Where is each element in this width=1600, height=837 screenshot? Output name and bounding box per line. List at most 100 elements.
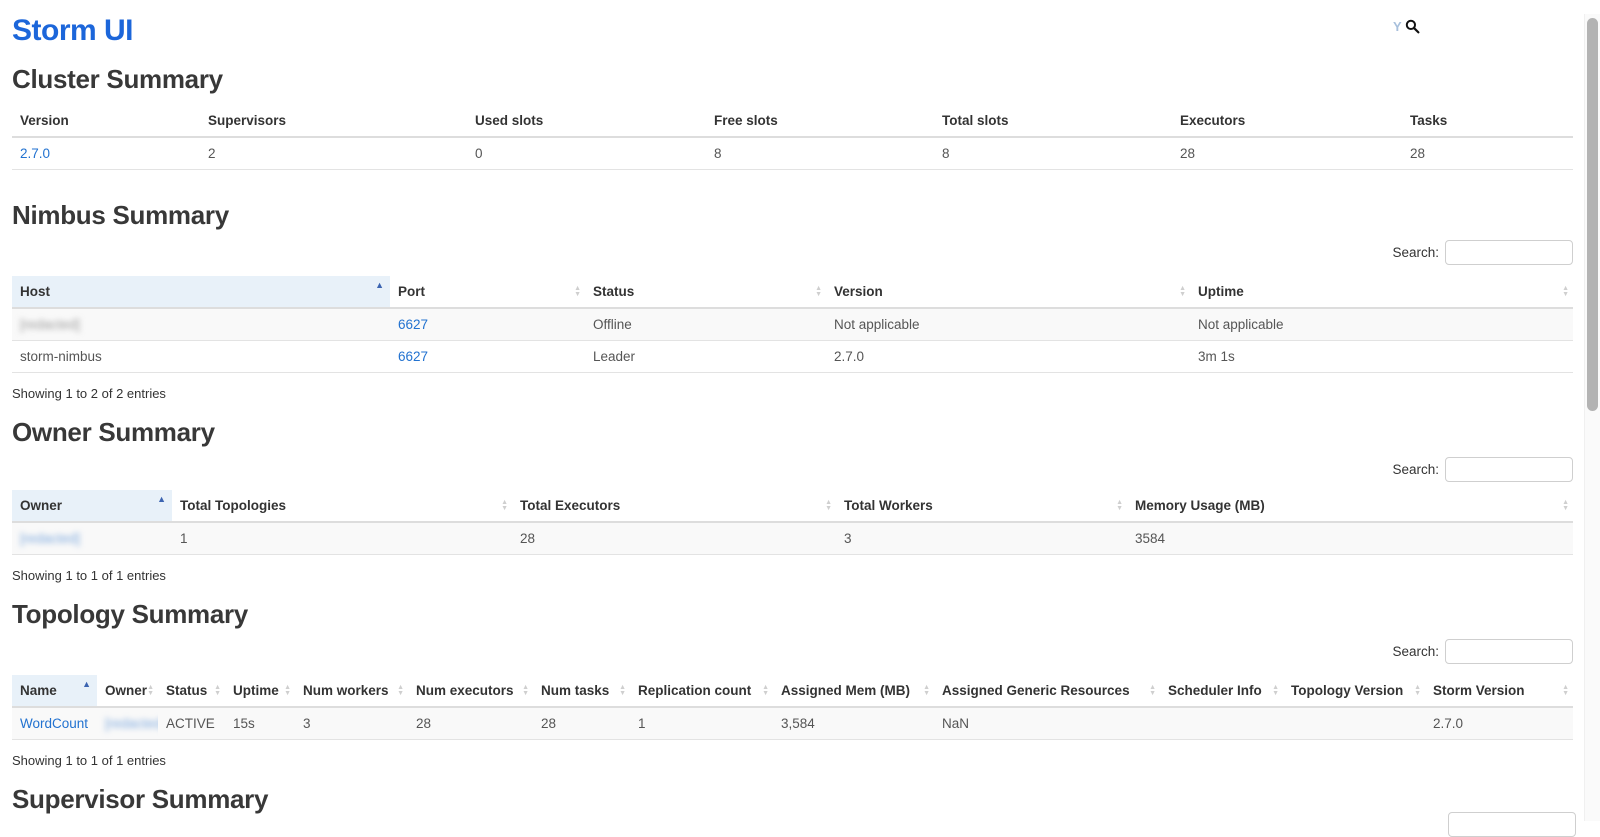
sort-icon: ▲▼	[397, 685, 404, 697]
nimbus-col-uptime[interactable]: Uptime ▲▼	[1190, 276, 1573, 308]
nimbus-summary-table: Host ▲ Port ▲▼ Status ▲▼ Version ▲▼	[12, 276, 1573, 373]
sort-asc-icon: ▲	[157, 495, 166, 504]
topology-col-scheduler-info[interactable]: Scheduler Info ▲▼	[1160, 675, 1283, 707]
column-label: Storm Version	[1433, 683, 1525, 698]
topology-col-status[interactable]: Status ▲▼	[158, 675, 225, 707]
sort-icon: ▲▼	[574, 286, 581, 298]
sort-icon: ▲▼	[762, 685, 769, 697]
topology-status-value: ACTIVE	[158, 707, 225, 740]
supervisor-search-input[interactable]	[1448, 812, 1576, 837]
topology-entries-footer: Showing 1 to 1 of 1 entries	[12, 753, 1573, 768]
column-label: Num tasks	[541, 683, 609, 698]
topology-col-replication-count[interactable]: Replication count ▲▼	[630, 675, 773, 707]
owner-col-total-workers[interactable]: Total Workers ▲▼	[836, 490, 1127, 522]
column-label: Num workers	[303, 683, 389, 698]
topology-col-topology-version[interactable]: Topology Version ▲▼	[1283, 675, 1425, 707]
owner-col-memory-usage[interactable]: Memory Usage (MB) ▲▼	[1127, 490, 1573, 522]
column-label: Version	[834, 284, 883, 299]
owner-col-total-topologies[interactable]: Total Topologies ▲▼	[172, 490, 512, 522]
supervisor-summary-heading: Supervisor Summary	[12, 784, 1573, 815]
topology-col-assigned-mem[interactable]: Assigned Mem (MB) ▲▼	[773, 675, 934, 707]
topology-col-num-executors[interactable]: Num executors ▲▼	[408, 675, 533, 707]
topology-col-owner[interactable]: Owner ▲▼	[97, 675, 158, 707]
topology-assigned-generic-resources-value: NaN	[934, 707, 1160, 740]
topology-search-label: Search:	[1392, 644, 1439, 659]
page-title[interactable]: Storm UI	[12, 14, 1573, 48]
cluster-version-link[interactable]: 2.7.0	[20, 146, 50, 161]
topology-scheduler-info-value	[1160, 707, 1283, 740]
topology-col-assigned-generic-resources[interactable]: Assigned Generic Resources ▲▼	[934, 675, 1160, 707]
topology-num-tasks-value: 28	[533, 707, 630, 740]
topology-col-num-workers[interactable]: Num workers ▲▼	[295, 675, 408, 707]
topology-col-storm-version[interactable]: Storm Version ▲▼	[1425, 675, 1573, 707]
column-label: Owner	[105, 683, 147, 698]
owner-entries-footer: Showing 1 to 1 of 1 entries	[12, 568, 1573, 583]
owner-col-owner[interactable]: Owner ▲	[12, 490, 172, 522]
cluster-free-slots-value: 8	[706, 137, 934, 170]
sort-icon: ▲▼	[923, 685, 930, 697]
column-label: Num executors	[416, 683, 514, 698]
nimbus-header-row: Host ▲ Port ▲▼ Status ▲▼ Version ▲▼	[12, 276, 1573, 308]
owner-col-total-executors[interactable]: Total Executors ▲▼	[512, 490, 836, 522]
topology-summary-heading: Topology Summary	[12, 599, 1573, 630]
nimbus-status-value: Leader	[585, 341, 826, 373]
cluster-col-executors: Executors	[1172, 105, 1402, 137]
sort-icon: ▲▼	[501, 500, 508, 512]
sort-icon: ▲▼	[1562, 685, 1569, 697]
column-label: Total Topologies	[180, 498, 286, 513]
column-label: Port	[398, 284, 425, 299]
column-label: Assigned Mem (MB)	[781, 683, 910, 698]
nimbus-row: [redacted] 6627 Offline Not applicable N…	[12, 308, 1573, 341]
search-icon[interactable]	[1405, 19, 1420, 34]
column-label: Owner	[20, 498, 62, 513]
topology-name-link[interactable]: WordCount	[20, 716, 88, 731]
topology-storm-version-value: 2.7.0	[1425, 707, 1573, 740]
nimbus-search-row: Search:	[12, 239, 1573, 265]
cluster-supervisors-value: 2	[200, 137, 467, 170]
topology-header-row: Name ▲ Owner ▲▼ Status ▲▼ Uptime ▲▼	[12, 675, 1573, 707]
cluster-col-tasks: Tasks	[1402, 105, 1573, 137]
cluster-col-version: Version	[12, 105, 200, 137]
column-label: Total Executors	[520, 498, 620, 513]
nimbus-col-status[interactable]: Status ▲▼	[585, 276, 826, 308]
nimbus-uptime-value: Not applicable	[1190, 308, 1573, 341]
topology-col-name[interactable]: Name ▲	[12, 675, 97, 707]
owner-summary-table: Owner ▲ Total Topologies ▲▼ Total Execut…	[12, 490, 1573, 555]
nimbus-search-label: Search:	[1392, 245, 1439, 260]
scrollbar-thumb[interactable]	[1587, 18, 1598, 411]
nimbus-uptime-value: 3m 1s	[1190, 341, 1573, 373]
owner-total-topologies-value: 1	[172, 522, 512, 555]
cluster-col-used-slots: Used slots	[467, 105, 706, 137]
topology-col-num-tasks[interactable]: Num tasks ▲▼	[533, 675, 630, 707]
cluster-total-slots-value: 8	[934, 137, 1172, 170]
column-label: Topology Version	[1291, 683, 1403, 698]
sort-icon: ▲▼	[619, 685, 626, 697]
nimbus-version-value: Not applicable	[826, 308, 1190, 341]
nimbus-col-version[interactable]: Version ▲▼	[826, 276, 1190, 308]
nimbus-port-link[interactable]: 6627	[398, 349, 428, 364]
topbar-icons: Y	[1393, 19, 1420, 34]
topology-col-uptime[interactable]: Uptime ▲▼	[225, 675, 295, 707]
column-label: Total Workers	[844, 498, 933, 513]
owner-search-row: Search:	[12, 456, 1573, 482]
scrollbar-track[interactable]	[1584, 14, 1600, 821]
owner-total-executors-value: 28	[512, 522, 836, 555]
cluster-summary-table: Version Supervisors Used slots Free slot…	[12, 105, 1573, 170]
topology-search-row: Search:	[12, 638, 1573, 664]
topology-search-input[interactable]	[1445, 639, 1573, 664]
topology-num-workers-value: 3	[295, 707, 408, 740]
topology-assigned-mem-value: 3,584	[773, 707, 934, 740]
sort-asc-icon: ▲	[375, 281, 384, 290]
column-label: Scheduler Info	[1168, 683, 1262, 698]
owner-total-workers-value: 3	[836, 522, 1127, 555]
nimbus-port-link[interactable]: 6627	[398, 317, 428, 332]
owner-search-input[interactable]	[1445, 457, 1573, 482]
nimbus-col-port[interactable]: Port ▲▼	[390, 276, 585, 308]
filter-y-icon[interactable]: Y	[1393, 19, 1402, 34]
redacted-owner-value: [redacted]	[105, 716, 158, 731]
sort-icon: ▲▼	[214, 685, 221, 697]
cluster-header-row: Version Supervisors Used slots Free slot…	[12, 105, 1573, 137]
nimbus-col-host[interactable]: Host ▲	[12, 276, 390, 308]
nimbus-search-input[interactable]	[1445, 240, 1573, 265]
sort-icon: ▲▼	[522, 685, 529, 697]
